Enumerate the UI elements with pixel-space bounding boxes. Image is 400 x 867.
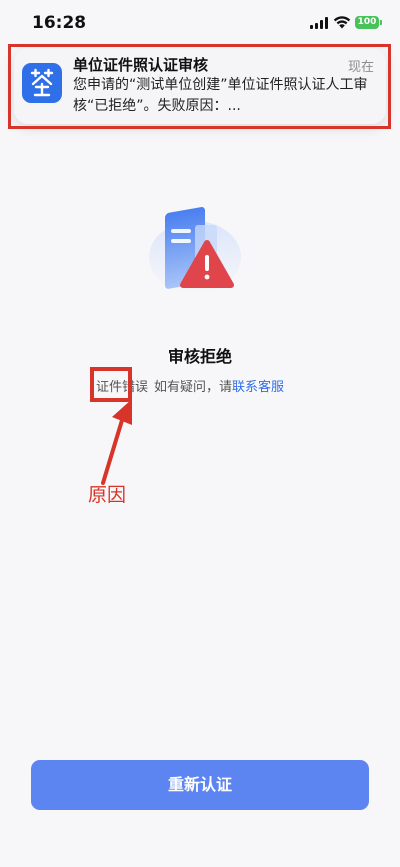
battery-cap [380, 20, 382, 25]
status-bar: 16:28 100 [0, 0, 400, 44]
recertify-button[interactable]: 重新认证 [31, 760, 369, 810]
contact-support-link[interactable]: 联系客服 [232, 380, 284, 395]
status-time: 16:28 [32, 13, 87, 33]
result-title: 审核拒绝 [167, 347, 232, 366]
wifi-icon [333, 16, 351, 29]
hint-text: 如有疑问，请 [154, 380, 233, 395]
battery-icon: 100 [355, 16, 379, 29]
annotation-label: 原因 [88, 484, 127, 506]
notification-highlight-box [8, 44, 391, 129]
warning-document-icon [149, 207, 241, 293]
cellular-signal-icon [310, 17, 330, 29]
